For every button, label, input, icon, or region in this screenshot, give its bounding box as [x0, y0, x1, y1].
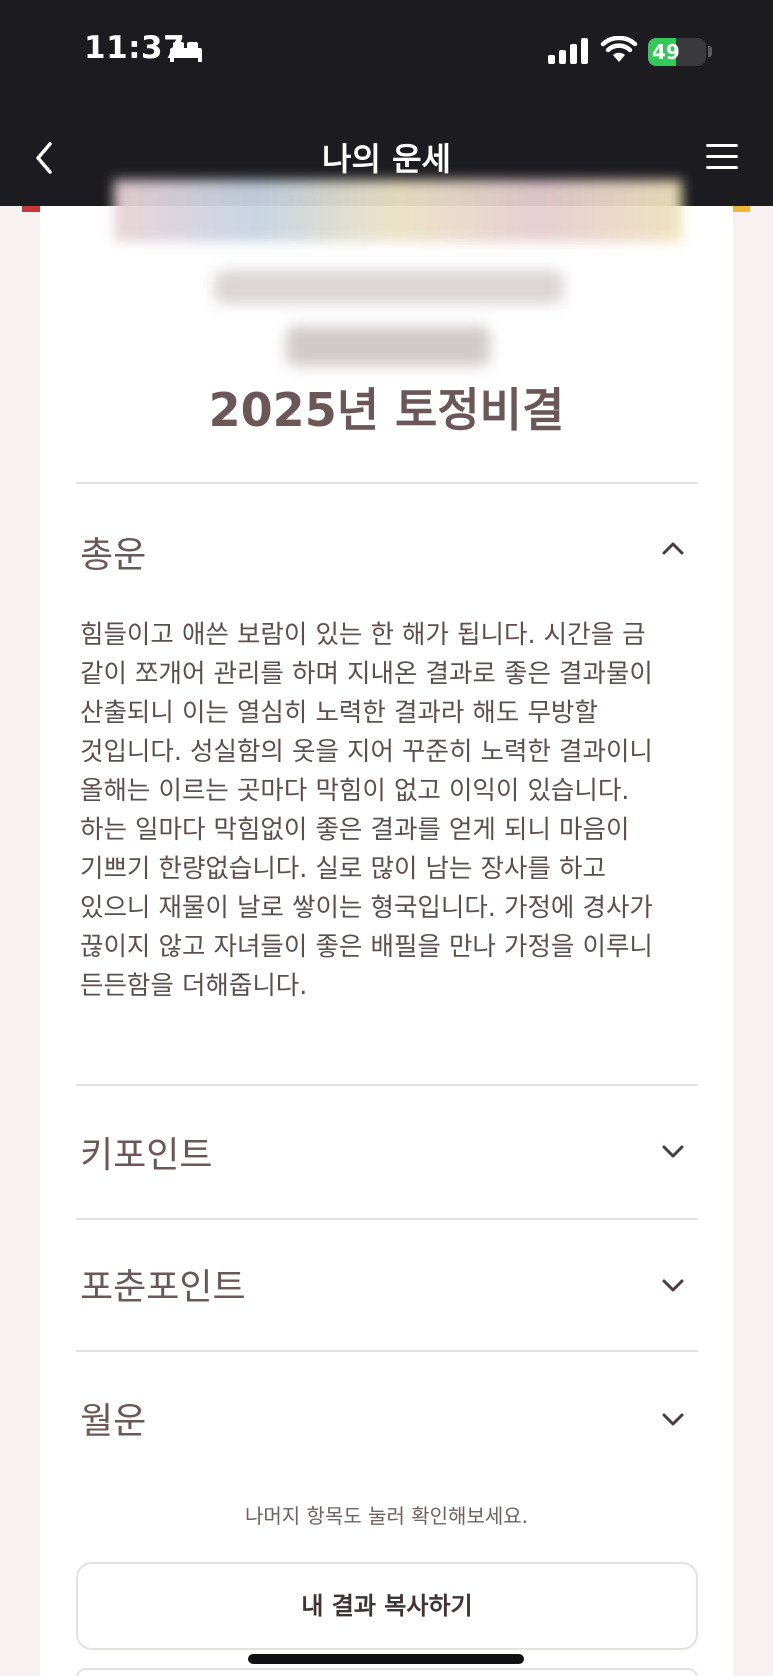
divider: [76, 482, 698, 484]
chevron-down-icon[interactable]: [660, 1142, 686, 1162]
blurred-user-name: [286, 326, 490, 366]
copy-result-button[interactable]: 내 결과 복사하기: [76, 1562, 698, 1650]
bed-icon: [170, 42, 202, 62]
section-title-fortune-point[interactable]: 포춘포인트: [80, 1258, 246, 1310]
home-indicator: [248, 1654, 524, 1664]
hamburger-menu-icon[interactable]: [704, 142, 740, 172]
chevron-up-icon[interactable]: [660, 538, 686, 558]
battery-icon: 49: [648, 38, 706, 66]
blurred-banner: [114, 180, 682, 242]
wifi-icon: [600, 36, 638, 62]
battery-tip: [708, 46, 712, 57]
fortune-title: 2025년 토정비결: [208, 383, 565, 437]
divider: [76, 1218, 698, 1220]
blurred-user-info: [214, 270, 564, 304]
section-title-overall[interactable]: 총운: [80, 526, 146, 578]
top-bar: 11:37 49 나의 운세: [0, 0, 773, 206]
battery-label: 49: [652, 40, 680, 64]
footer-hint: 나머지 항목도 눌러 확인해보세요.: [244, 1504, 529, 1528]
page-title: 나의 운세: [322, 140, 451, 178]
section-title-monthly[interactable]: 월운: [80, 1392, 146, 1444]
secondary-button[interactable]: [76, 1668, 698, 1676]
section-title-keypoint[interactable]: 키포인트: [80, 1126, 212, 1178]
chevron-down-icon[interactable]: [660, 1276, 686, 1296]
signal-icon: [548, 38, 588, 64]
divider: [76, 1084, 698, 1086]
chevron-down-icon[interactable]: [660, 1410, 686, 1430]
divider: [76, 1350, 698, 1352]
section-body-overall: 힘들이고 애쓴 보람이 있는 한 해가 됩니다. 시간을 금 같이 쪼개어 관리…: [80, 620, 653, 1001]
